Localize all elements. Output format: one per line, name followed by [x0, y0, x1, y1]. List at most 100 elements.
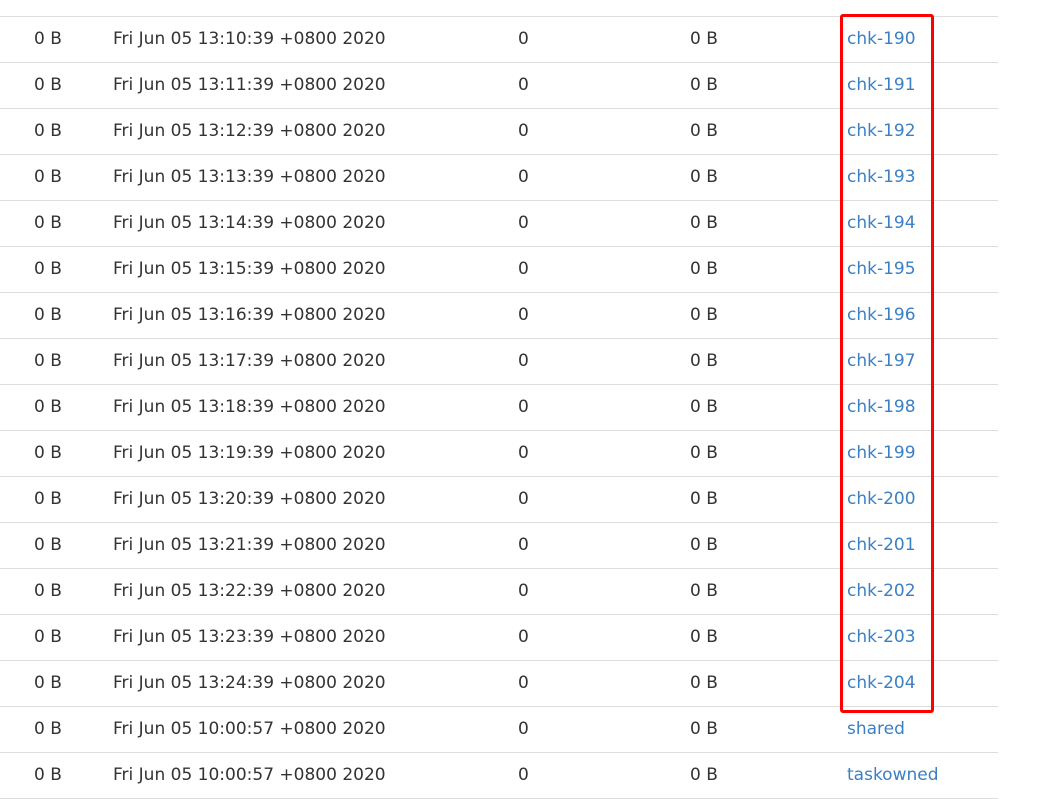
name-link[interactable]: chk-197 [847, 351, 916, 371]
name-link[interactable]: chk-198 [847, 397, 916, 417]
modification-time-cell: Fri Jun 05 13:15:39 +0800 2020 [113, 259, 386, 279]
name-link[interactable]: chk-194 [847, 213, 916, 233]
table-row: 0 B Fri Jun 05 13:12:39 +0800 2020 0 0 B… [0, 109, 998, 155]
size-cell: 0 B [34, 305, 62, 325]
size-cell: 0 B [34, 719, 62, 739]
size-cell: 0 B [34, 75, 62, 95]
name-link[interactable]: chk-200 [847, 489, 916, 509]
size-cell: 0 B [34, 443, 62, 463]
block-size-cell: 0 B [690, 167, 718, 187]
table-row: 0 B Fri Jun 05 13:22:39 +0800 2020 0 0 B… [0, 569, 998, 615]
table-row: 0 B Fri Jun 05 13:20:39 +0800 2020 0 0 B… [0, 477, 998, 523]
modification-time-cell: Fri Jun 05 13:10:39 +0800 2020 [113, 29, 386, 49]
name-link[interactable]: chk-196 [847, 305, 916, 325]
table-row: 0 B Fri Jun 05 13:24:39 +0800 2020 0 0 B… [0, 661, 998, 707]
modification-time-cell: Fri Jun 05 13:12:39 +0800 2020 [113, 121, 386, 141]
name-link[interactable]: chk-199 [847, 443, 916, 463]
table-row: 0 B Fri Jun 05 13:16:39 +0800 2020 0 0 B… [0, 293, 998, 339]
count-cell: 0 [518, 535, 529, 555]
size-cell: 0 B [34, 259, 62, 279]
block-size-cell: 0 B [690, 719, 718, 739]
table-row: 0 B Fri Jun 05 13:10:39 +0800 2020 0 0 B… [0, 17, 998, 63]
count-cell: 0 [518, 75, 529, 95]
table-row: 0 B Fri Jun 05 13:19:39 +0800 2020 0 0 B… [0, 431, 998, 477]
modification-time-cell: Fri Jun 05 13:16:39 +0800 2020 [113, 305, 386, 325]
count-cell: 0 [518, 673, 529, 693]
name-link[interactable]: chk-190 [847, 29, 916, 49]
size-cell: 0 B [34, 351, 62, 371]
size-cell: 0 B [34, 673, 62, 693]
size-cell: 0 B [34, 535, 62, 555]
name-link[interactable]: chk-204 [847, 673, 916, 693]
size-cell: 0 B [34, 29, 62, 49]
count-cell: 0 [518, 351, 529, 371]
table-row: 0 B Fri Jun 05 13:23:39 +0800 2020 0 0 B… [0, 615, 998, 661]
count-cell: 0 [518, 489, 529, 509]
block-size-cell: 0 B [690, 259, 718, 279]
block-size-cell: 0 B [690, 397, 718, 417]
modification-time-cell: Fri Jun 05 13:23:39 +0800 2020 [113, 627, 386, 647]
name-link[interactable]: chk-202 [847, 581, 916, 601]
table-row: 0 B Fri Jun 05 13:11:39 +0800 2020 0 0 B… [0, 63, 998, 109]
size-cell: 0 B [34, 627, 62, 647]
file-listing-table: 0 B Fri Jun 05 13:10:39 +0800 2020 0 0 B… [0, 16, 998, 799]
count-cell: 0 [518, 397, 529, 417]
block-size-cell: 0 B [690, 213, 718, 233]
size-cell: 0 B [34, 121, 62, 141]
modification-time-cell: Fri Jun 05 10:00:57 +0800 2020 [113, 719, 386, 739]
count-cell: 0 [518, 581, 529, 601]
modification-time-cell: Fri Jun 05 13:24:39 +0800 2020 [113, 673, 386, 693]
table-row: 0 B Fri Jun 05 13:14:39 +0800 2020 0 0 B… [0, 201, 998, 247]
name-link[interactable]: chk-203 [847, 627, 916, 647]
count-cell: 0 [518, 259, 529, 279]
table-row: 0 B Fri Jun 05 10:00:57 +0800 2020 0 0 B… [0, 753, 998, 799]
table-row: 0 B Fri Jun 05 13:17:39 +0800 2020 0 0 B… [0, 339, 998, 385]
table-row: 0 B Fri Jun 05 13:18:39 +0800 2020 0 0 B… [0, 385, 998, 431]
block-size-cell: 0 B [690, 673, 718, 693]
name-link[interactable]: taskowned [847, 765, 939, 785]
size-cell: 0 B [34, 581, 62, 601]
block-size-cell: 0 B [690, 443, 718, 463]
name-link[interactable]: chk-195 [847, 259, 916, 279]
count-cell: 0 [518, 305, 529, 325]
size-cell: 0 B [34, 397, 62, 417]
modification-time-cell: Fri Jun 05 13:20:39 +0800 2020 [113, 489, 386, 509]
block-size-cell: 0 B [690, 627, 718, 647]
block-size-cell: 0 B [690, 765, 718, 785]
modification-time-cell: Fri Jun 05 10:00:57 +0800 2020 [113, 765, 386, 785]
count-cell: 0 [518, 719, 529, 739]
modification-time-cell: Fri Jun 05 13:17:39 +0800 2020 [113, 351, 386, 371]
block-size-cell: 0 B [690, 75, 718, 95]
table-row: 0 B Fri Jun 05 10:00:57 +0800 2020 0 0 B… [0, 707, 998, 753]
block-size-cell: 0 B [690, 121, 718, 141]
count-cell: 0 [518, 765, 529, 785]
modification-time-cell: Fri Jun 05 13:18:39 +0800 2020 [113, 397, 386, 417]
modification-time-cell: Fri Jun 05 13:22:39 +0800 2020 [113, 581, 386, 601]
modification-time-cell: Fri Jun 05 13:14:39 +0800 2020 [113, 213, 386, 233]
count-cell: 0 [518, 167, 529, 187]
count-cell: 0 [518, 627, 529, 647]
block-size-cell: 0 B [690, 305, 718, 325]
modification-time-cell: Fri Jun 05 13:19:39 +0800 2020 [113, 443, 386, 463]
name-link[interactable]: chk-192 [847, 121, 916, 141]
table-row: 0 B Fri Jun 05 13:15:39 +0800 2020 0 0 B… [0, 247, 998, 293]
table-row: 0 B Fri Jun 05 13:21:39 +0800 2020 0 0 B… [0, 523, 998, 569]
name-link[interactable]: chk-191 [847, 75, 916, 95]
size-cell: 0 B [34, 765, 62, 785]
name-link[interactable]: chk-193 [847, 167, 916, 187]
count-cell: 0 [518, 121, 529, 141]
modification-time-cell: Fri Jun 05 13:13:39 +0800 2020 [113, 167, 386, 187]
size-cell: 0 B [34, 167, 62, 187]
name-link[interactable]: shared [847, 719, 905, 739]
size-cell: 0 B [34, 213, 62, 233]
count-cell: 0 [518, 29, 529, 49]
block-size-cell: 0 B [690, 535, 718, 555]
modification-time-cell: Fri Jun 05 13:11:39 +0800 2020 [113, 75, 386, 95]
count-cell: 0 [518, 443, 529, 463]
block-size-cell: 0 B [690, 581, 718, 601]
size-cell: 0 B [34, 489, 62, 509]
table-row: 0 B Fri Jun 05 13:13:39 +0800 2020 0 0 B… [0, 155, 998, 201]
name-link[interactable]: chk-201 [847, 535, 916, 555]
modification-time-cell: Fri Jun 05 13:21:39 +0800 2020 [113, 535, 386, 555]
block-size-cell: 0 B [690, 351, 718, 371]
